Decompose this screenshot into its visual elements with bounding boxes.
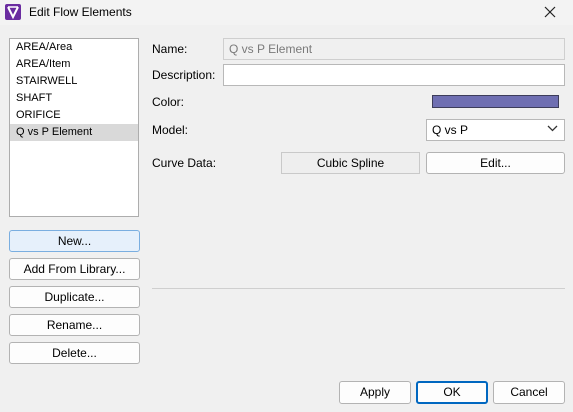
list-item[interactable]: AREA/Area	[10, 39, 138, 56]
description-field[interactable]	[223, 64, 565, 86]
rename-button[interactable]: Rename...	[9, 314, 140, 336]
close-button[interactable]	[527, 0, 573, 25]
list-item[interactable]: STAIRWELL	[10, 73, 138, 90]
duplicate-button[interactable]: Duplicate...	[9, 286, 140, 308]
list-item[interactable]: SHAFT	[10, 90, 138, 107]
window-title: Edit Flow Elements	[29, 5, 132, 19]
new-button[interactable]: New...	[9, 230, 140, 252]
curve-data-value: Cubic Spline	[281, 152, 420, 174]
curve-data-label: Curve Data:	[152, 156, 217, 170]
name-label: Name:	[152, 42, 188, 56]
title-bar: Edit Flow Elements	[0, 0, 573, 25]
name-field[interactable]: Q vs P Element	[223, 38, 565, 60]
list-item[interactable]: AREA/Item	[10, 56, 138, 73]
edit-curve-button[interactable]: Edit...	[426, 152, 565, 174]
model-select[interactable]: Q vs P	[426, 119, 565, 141]
model-select-value: Q vs P	[432, 123, 469, 137]
add-from-library-button[interactable]: Add From Library...	[9, 258, 140, 280]
close-icon	[544, 6, 556, 18]
description-label: Description:	[152, 68, 216, 82]
separator	[152, 288, 565, 289]
app-logo-icon	[5, 4, 21, 20]
delete-button[interactable]: Delete...	[9, 342, 140, 364]
chevron-down-icon	[547, 125, 558, 132]
ok-button[interactable]: OK	[416, 381, 488, 404]
flow-elements-list[interactable]: AREA/Area AREA/Item STAIRWELL SHAFT ORIF…	[9, 38, 139, 217]
apply-button[interactable]: Apply	[339, 381, 411, 404]
color-swatch[interactable]	[432, 95, 559, 108]
list-item-selected[interactable]: Q vs P Element	[10, 124, 138, 141]
model-label: Model:	[152, 123, 189, 137]
list-item[interactable]: ORIFICE	[10, 107, 138, 124]
color-label: Color:	[152, 95, 185, 109]
cancel-button[interactable]: Cancel	[493, 381, 565, 404]
